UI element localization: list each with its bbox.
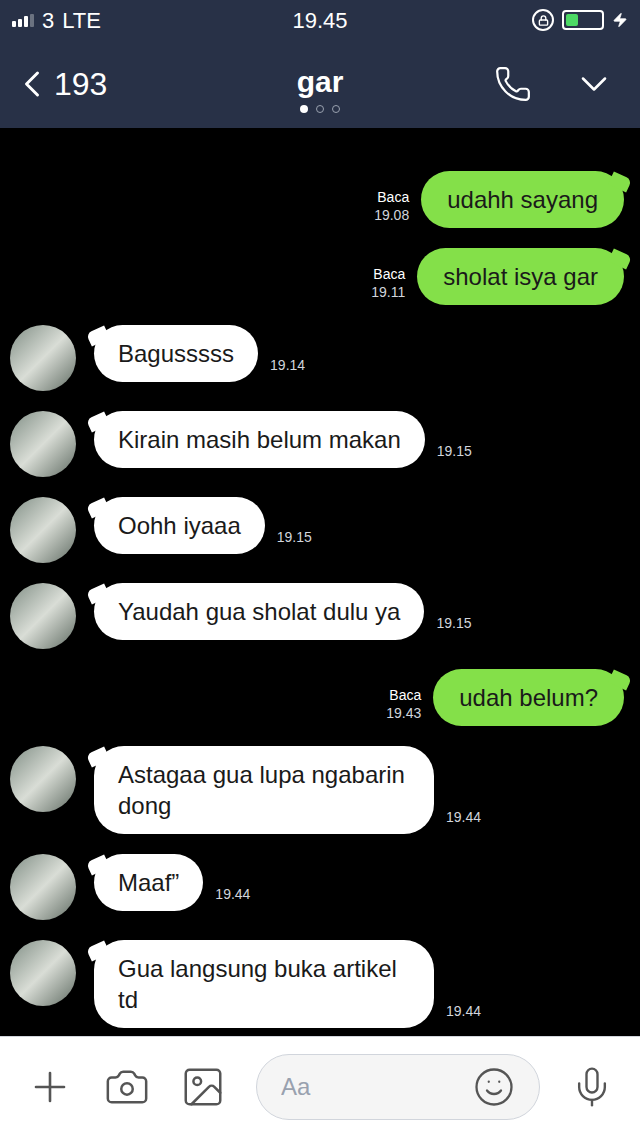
received-message: Yaudah gua sholat dulu ya 19.15 xyxy=(0,583,640,649)
avatar[interactable] xyxy=(10,411,76,477)
avatar[interactable] xyxy=(10,940,76,1006)
battery-icon xyxy=(562,10,604,30)
message-bubble: Kirain masih belum makan xyxy=(94,411,425,468)
back-button[interactable]: 193 xyxy=(10,60,210,108)
page-dot[interactable] xyxy=(300,105,308,113)
header: 193 gar xyxy=(0,40,640,128)
rotation-lock-icon xyxy=(532,9,554,31)
avatar[interactable] xyxy=(10,583,76,649)
message-meta: Baca19.08 xyxy=(374,188,409,228)
message-text: udah belum? xyxy=(459,684,598,711)
received-message: Oohh iyaaa 19.15 xyxy=(0,497,640,563)
message-list: Baca19.08udahh sayangBaca19.11sholat isy… xyxy=(0,128,640,1036)
received-message: Bagusssss 19.14 xyxy=(0,325,640,391)
status-time: 19.45 xyxy=(292,4,347,37)
call-icon[interactable] xyxy=(494,65,532,103)
message-text: Kirain masih belum makan xyxy=(118,426,401,453)
signal-icon xyxy=(12,13,34,27)
signal-bar xyxy=(12,21,16,27)
message-text: Astagaa gua lupa ngabarin dong xyxy=(118,761,405,819)
message-text: Bagusssss xyxy=(118,340,234,367)
avatar[interactable] xyxy=(10,325,76,391)
message-bubble: udahh sayang xyxy=(421,171,624,228)
page-dots xyxy=(300,105,340,113)
back-label: 193 xyxy=(54,60,107,108)
message-text: udahh sayang xyxy=(447,186,598,213)
message-bubble: Bagusssss xyxy=(94,325,258,382)
top-area: 3LTE 19.45 193 gar xyxy=(0,0,640,128)
bubble-tail xyxy=(86,497,110,518)
bubble-tail xyxy=(608,669,632,690)
gallery-icon[interactable] xyxy=(180,1064,226,1110)
received-message: Kirain masih belum makan 19.15 xyxy=(0,411,640,477)
message-bubble: Gua langsung buka artikel td xyxy=(94,940,434,1028)
bubble-tail xyxy=(86,411,110,432)
sent-message: Baca19.43 udah belum? xyxy=(0,669,640,726)
message-bubble: Yaudah gua sholat dulu ya xyxy=(94,583,424,640)
message-meta: Baca19.11 xyxy=(371,265,405,305)
message-time: 19.08 xyxy=(374,206,409,224)
battery-fill xyxy=(566,14,578,26)
signal-bar xyxy=(24,16,28,27)
avatar[interactable] xyxy=(10,746,76,812)
mic-icon[interactable] xyxy=(570,1065,614,1109)
sent-message: Baca19.11 sholat isya gar xyxy=(0,248,640,305)
bubble-tail xyxy=(86,940,110,961)
message-time: 19.11 xyxy=(371,283,405,301)
message-text: Maaf” xyxy=(118,869,179,896)
message-time: 19.15 xyxy=(437,441,472,468)
chat-screen: 3LTE19.45193garBaca19.08udahh sayangBaca… xyxy=(0,0,640,1136)
bubble-tail xyxy=(86,583,110,604)
camera-icon[interactable] xyxy=(104,1064,150,1110)
sent-message: Baca19.08 udahh sayang xyxy=(0,171,640,228)
bubble-tail xyxy=(86,325,110,346)
message-time: 19.44 xyxy=(215,884,250,911)
page-dot[interactable] xyxy=(316,105,324,113)
bubble-tail xyxy=(86,854,110,875)
carrier: 3 xyxy=(42,4,54,37)
message-text: Gua langsung buka artikel td xyxy=(118,955,397,1013)
message-text: sholat isya gar xyxy=(443,263,598,290)
read-label: Baca xyxy=(377,188,409,206)
received-message: Gua langsung buka artikel td 19.44 xyxy=(0,940,640,1028)
signal-bar xyxy=(30,14,34,28)
message-field[interactable] xyxy=(281,1069,473,1105)
back-icon xyxy=(10,62,54,106)
message-time: 19.43 xyxy=(386,704,421,722)
bubble-tail xyxy=(86,746,110,767)
composer-bar xyxy=(0,1036,640,1136)
bubble-tail xyxy=(608,171,632,192)
menu-chevron-icon[interactable] xyxy=(572,62,616,106)
message-text: Yaudah gua sholat dulu ya xyxy=(118,598,400,625)
network: LTE xyxy=(62,4,101,37)
read-label: Baca xyxy=(389,686,421,704)
status-bar: 3LTE 19.45 xyxy=(0,0,640,40)
message-bubble: Oohh iyaaa xyxy=(94,497,265,554)
received-message: Astagaa gua lupa ngabarin dong 19.44 xyxy=(0,746,640,834)
emoji-icon[interactable] xyxy=(473,1066,515,1108)
message-time: 19.14 xyxy=(270,355,305,382)
message-time: 19.15 xyxy=(277,527,312,554)
read-label: Baca xyxy=(373,265,405,283)
plus-icon[interactable] xyxy=(26,1063,74,1111)
message-bubble: Maaf” xyxy=(94,854,203,911)
received-message: Maaf” 19.44 xyxy=(0,854,640,920)
chat-title[interactable]: gar xyxy=(297,65,344,99)
message-bubble: Astagaa gua lupa ngabarin dong xyxy=(94,746,434,834)
message-bubble: udah belum? xyxy=(433,669,624,726)
message-time: 19.15 xyxy=(436,613,471,640)
message-text: Oohh iyaaa xyxy=(118,512,241,539)
avatar[interactable] xyxy=(10,854,76,920)
bubble-tail xyxy=(608,248,632,269)
avatar[interactable] xyxy=(10,497,76,563)
charging-icon xyxy=(612,12,628,28)
message-input[interactable] xyxy=(256,1054,540,1120)
chat-title-block: gar xyxy=(297,55,344,113)
message-time: 19.44 xyxy=(446,1001,481,1028)
signal-bar xyxy=(18,19,22,28)
message-time: 19.44 xyxy=(446,807,481,834)
message-bubble: sholat isya gar xyxy=(417,248,624,305)
message-meta: Baca19.43 xyxy=(386,686,421,726)
page-dot[interactable] xyxy=(332,105,340,113)
